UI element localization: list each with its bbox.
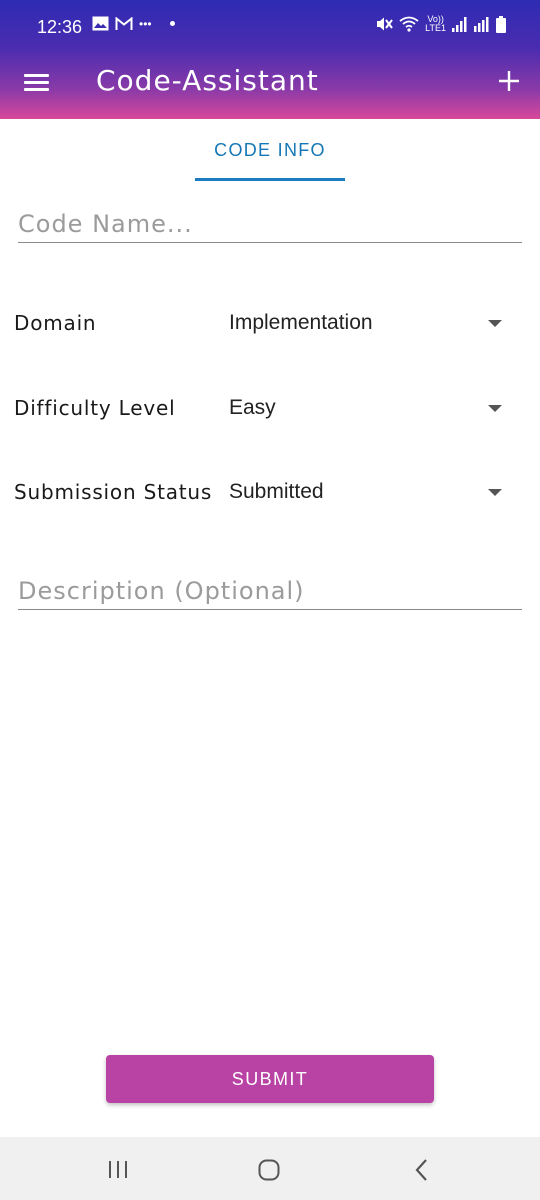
signal-r-icon — [474, 17, 489, 32]
system-nav-bar — [0, 1137, 540, 1200]
domain-value: Implementation — [229, 311, 373, 334]
submission-status-value: Submitted — [229, 480, 324, 503]
image-icon — [92, 16, 109, 31]
back-icon[interactable] — [401, 1156, 441, 1184]
submission-status-dropdown[interactable]: Submitted — [225, 471, 525, 515]
more-dots-icon: ••• — [139, 16, 152, 31]
tab-indicator — [195, 178, 345, 181]
battery-icon — [496, 15, 506, 33]
status-bar: 12:36 ••• Vo)) LTE1 — [0, 0, 540, 56]
difficulty-dropdown[interactable]: Easy — [225, 387, 525, 431]
signal-icon — [452, 17, 467, 32]
volte-lte-icon: Vo)) LTE1 — [425, 15, 446, 33]
description-input[interactable] — [18, 573, 522, 610]
submit-button[interactable]: SUBMIT — [106, 1055, 434, 1103]
plus-icon[interactable] — [496, 68, 522, 94]
status-left-icons: ••• — [92, 16, 175, 31]
tab-code-info-label: CODE INFO — [214, 140, 326, 160]
submission-status-label: Submission Status — [14, 480, 213, 504]
lte-text: LTE1 — [425, 23, 446, 33]
domain-label: Domain — [14, 311, 97, 335]
app-title: Code-Assistant — [96, 64, 319, 97]
tab-code-info[interactable]: CODE INFO — [195, 119, 345, 181]
dot-icon — [169, 21, 175, 26]
home-icon[interactable] — [249, 1156, 289, 1184]
domain-dropdown[interactable]: Implementation — [225, 302, 525, 346]
wifi-icon — [399, 16, 419, 32]
gmail-icon — [115, 16, 133, 30]
chevron-down-icon — [488, 489, 502, 496]
status-time: 12:36 — [37, 17, 83, 37]
app-bar: 12:36 ••• Vo)) LTE1 Code-Assistant — [0, 0, 540, 119]
recent-apps-icon[interactable] — [98, 1156, 138, 1184]
difficulty-value: Easy — [229, 396, 276, 419]
chevron-down-icon — [488, 405, 502, 412]
hamburger-menu-icon[interactable] — [24, 71, 49, 93]
status-right-icons: Vo)) LTE1 — [375, 15, 506, 33]
difficulty-label: Difficulty Level — [14, 396, 176, 420]
chevron-down-icon — [488, 320, 502, 327]
mute-icon — [377, 17, 393, 31]
code-name-input[interactable] — [18, 205, 522, 243]
